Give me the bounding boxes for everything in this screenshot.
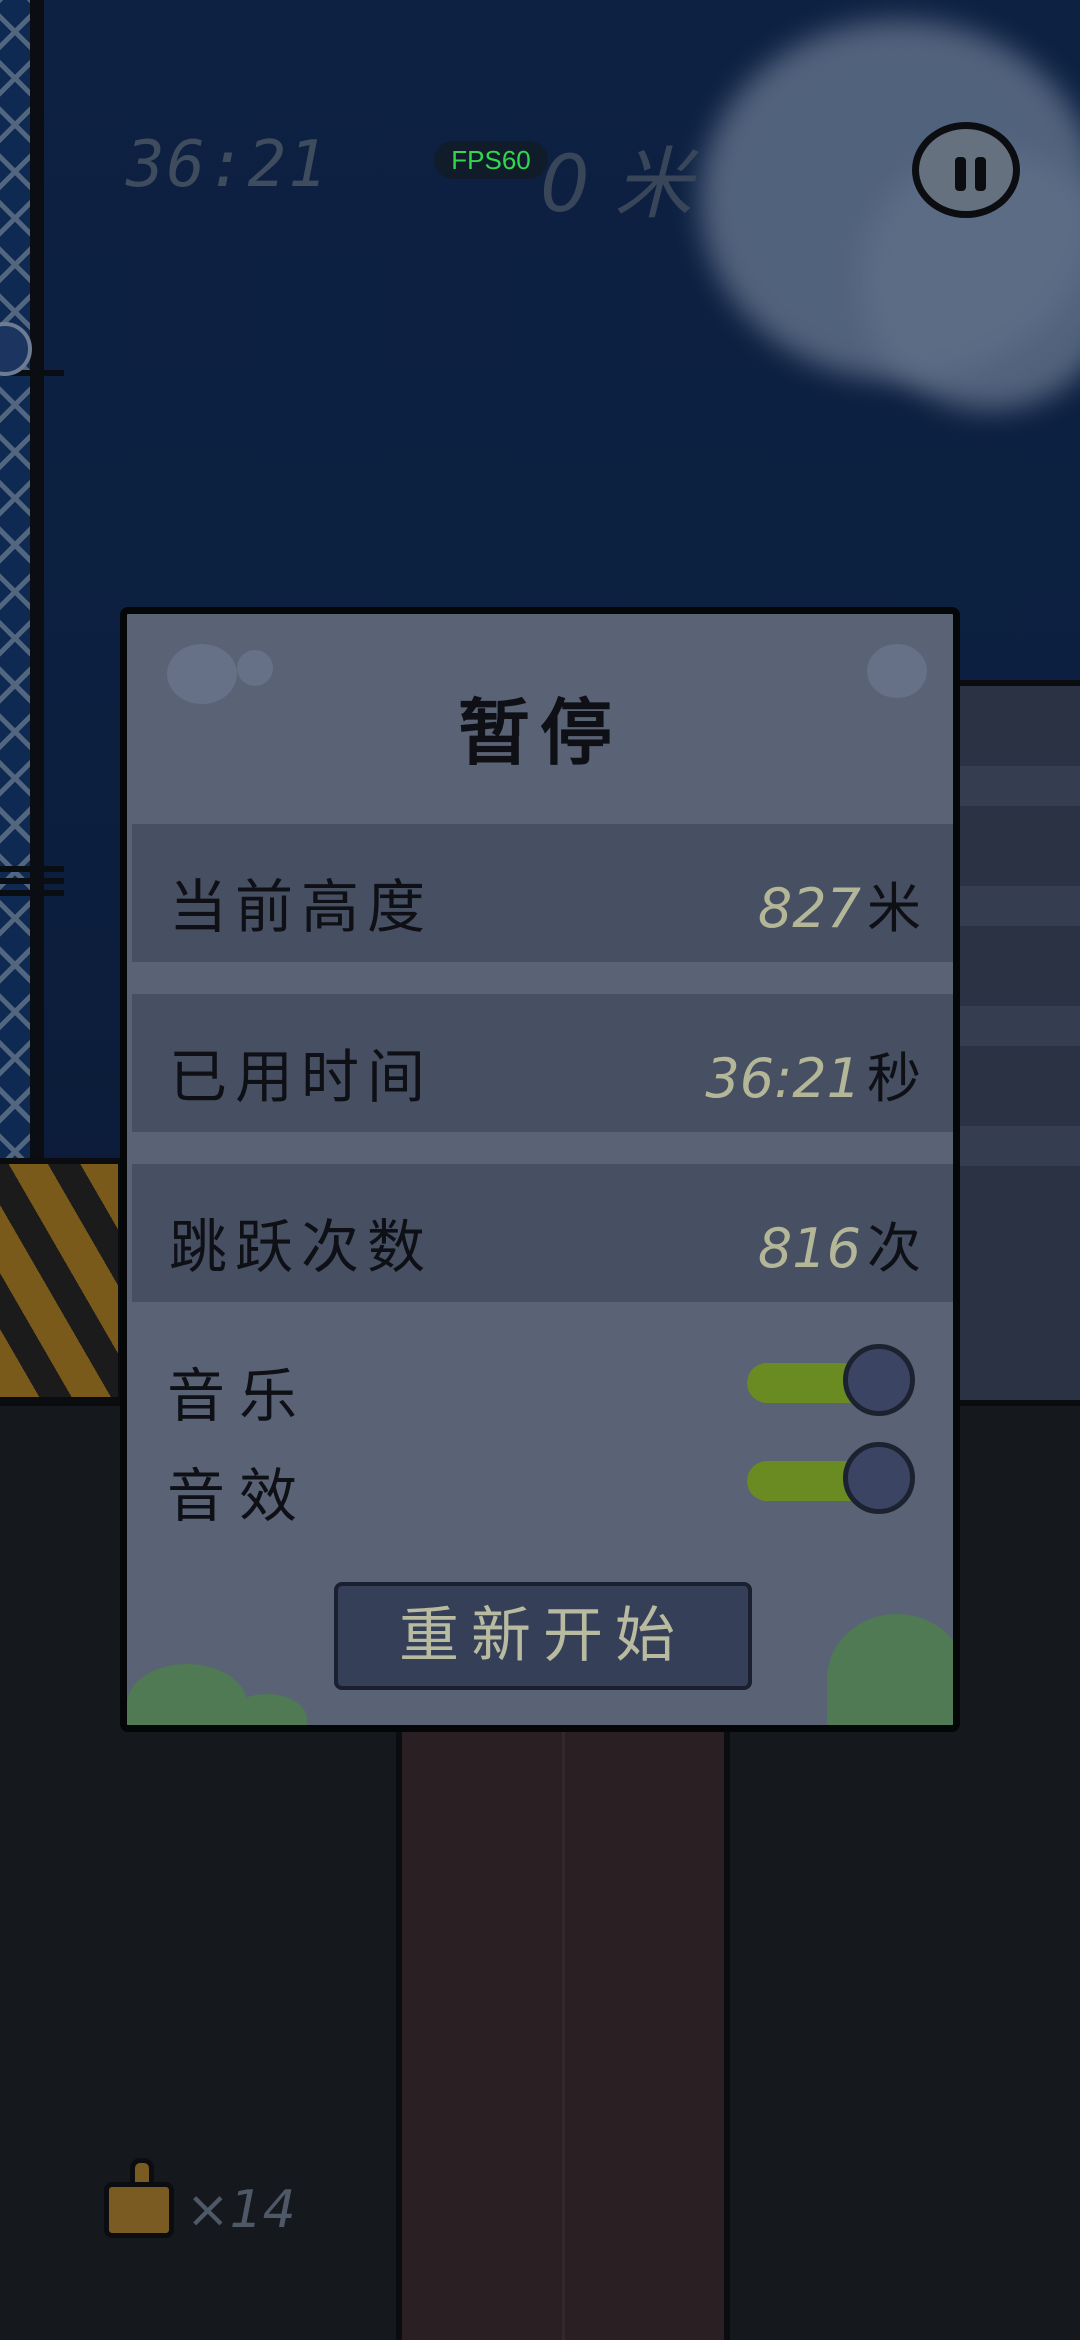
stat-row-time: 已用时间 36:21 秒 bbox=[132, 994, 953, 1132]
thumbs-up-item-icon bbox=[100, 2152, 180, 2242]
scaffold-lattice bbox=[0, 0, 44, 1160]
sound-effects-toggle[interactable] bbox=[747, 1442, 915, 1516]
stat-row-height: 当前高度 827 米 bbox=[132, 824, 953, 962]
music-toggle[interactable] bbox=[747, 1344, 915, 1418]
pause-dialog: 暂停 当前高度 827 米 已用时间 36:21 秒 跳跃次数 816 次 音乐 音效… bbox=[120, 607, 960, 1732]
stat-row-jumps: 跳跃次数 816 次 bbox=[132, 1164, 953, 1302]
hud-height: 0 米 bbox=[540, 140, 693, 230]
tower-pillar bbox=[396, 1720, 730, 2340]
stat-unit: 次 bbox=[867, 1217, 921, 1280]
hud-timer: 36:21 bbox=[126, 128, 329, 202]
hazard-stripe-block bbox=[0, 1158, 124, 1403]
stat-value: 827 bbox=[757, 877, 861, 940]
item-count: ×14 bbox=[186, 2180, 296, 2240]
restart-button[interactable]: 重新开始 bbox=[334, 1582, 752, 1690]
background-building bbox=[955, 680, 1080, 1400]
stat-label: 跳跃次数 bbox=[169, 1213, 434, 1281]
stat-unit: 米 bbox=[867, 877, 921, 940]
stat-value: 816 bbox=[757, 1217, 861, 1280]
stat-unit: 秒 bbox=[867, 1047, 921, 1110]
stat-label: 已用时间 bbox=[169, 1043, 434, 1111]
dialog-title: 暂停 bbox=[457, 691, 622, 775]
stat-value: 36:21 bbox=[705, 1047, 861, 1110]
fps-badge: FPS60 bbox=[434, 141, 548, 179]
music-label: 音乐 bbox=[167, 1362, 312, 1430]
stat-label: 当前高度 bbox=[169, 873, 434, 941]
pause-button[interactable] bbox=[912, 122, 1020, 218]
sound-effects-label: 音效 bbox=[167, 1462, 312, 1530]
